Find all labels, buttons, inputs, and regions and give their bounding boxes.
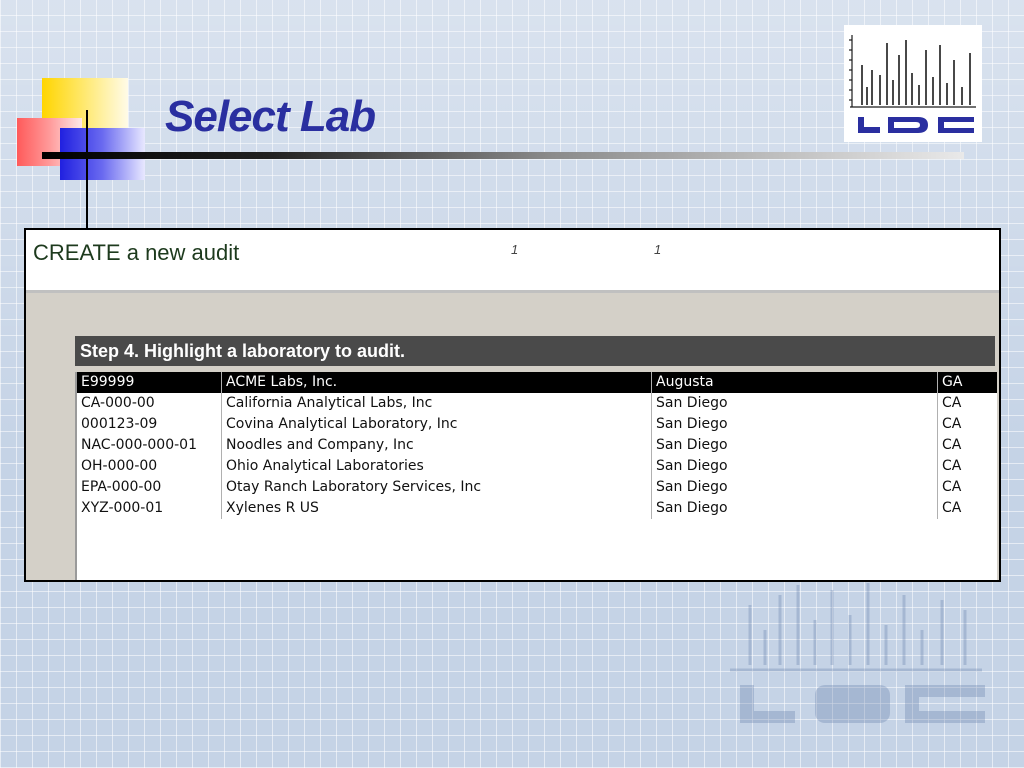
lab-id: XYZ-000-01 <box>81 500 164 516</box>
step-instruction-bar: Step 4. Highlight a laboratory to audit. <box>75 336 995 366</box>
lab-city: San Diego <box>651 414 937 435</box>
lab-id: OH-000-00 <box>81 458 158 474</box>
lab-city: San Diego <box>651 477 937 498</box>
lab-row[interactable]: XYZ-000-01 Xylenes R US San Diego CA <box>77 498 997 519</box>
lab-city: San Diego <box>651 456 937 477</box>
lab-state: CA <box>937 477 997 498</box>
create-audit-heading: CREATE a new audit <box>33 240 240 265</box>
lab-state: CA <box>937 393 997 414</box>
indicator-2: 1 <box>654 242 662 257</box>
lab-state: CA <box>937 456 997 477</box>
lab-id: CA-000-00 <box>81 395 155 411</box>
lab-name: Xylenes R US <box>221 498 651 519</box>
decorative-vertical-line <box>86 110 88 230</box>
lab-state: CA <box>937 498 997 519</box>
lab-row[interactable]: NAC-000-000-01 Noodles and Company, Inc … <box>77 435 997 456</box>
app-screenshot-panel: CREATE a new audit 1 1 Step 4. Highlight… <box>24 228 1001 582</box>
lab-name: Noodles and Company, Inc <box>221 435 651 456</box>
lab-name: ACME Labs, Inc. <box>221 372 651 393</box>
app-header: CREATE a new audit 1 1 <box>26 230 999 293</box>
lab-id: EPA-000-00 <box>81 479 162 495</box>
lab-row[interactable]: 000123-09 Covina Analytical Laboratory, … <box>77 414 997 435</box>
ldc-logo <box>844 25 982 142</box>
lab-city: Augusta <box>651 372 937 393</box>
laboratory-list[interactable]: E99999 ACME Labs, Inc. Augusta GA CA-000… <box>75 372 997 580</box>
lab-city: San Diego <box>651 498 937 519</box>
slide-title: Select Lab <box>165 92 376 141</box>
lab-row[interactable]: OH-000-00 Ohio Analytical Laboratories S… <box>77 456 997 477</box>
lab-id: NAC-000-000-01 <box>81 437 197 453</box>
lab-row[interactable]: EPA-000-00 Otay Ranch Laboratory Service… <box>77 477 997 498</box>
lab-state: CA <box>937 435 997 456</box>
title-underline <box>42 152 964 159</box>
lab-row[interactable]: CA-000-00 California Analytical Labs, In… <box>77 393 997 414</box>
lab-name: Ohio Analytical Laboratories <box>221 456 651 477</box>
lab-name: Otay Ranch Laboratory Services, Inc <box>221 477 651 498</box>
lab-row[interactable]: E99999 ACME Labs, Inc. Augusta GA <box>77 372 997 393</box>
indicator-1: 1 <box>511 242 519 257</box>
ldc-watermark <box>720 575 990 730</box>
lab-state: GA <box>937 372 997 393</box>
lab-state: CA <box>937 414 997 435</box>
lab-id: 000123-09 <box>81 416 158 432</box>
lab-city: San Diego <box>651 435 937 456</box>
lab-name: California Analytical Labs, Inc <box>221 393 651 414</box>
lab-id: E99999 <box>81 374 135 390</box>
lab-city: San Diego <box>651 393 937 414</box>
lab-name: Covina Analytical Laboratory, Inc <box>221 414 651 435</box>
